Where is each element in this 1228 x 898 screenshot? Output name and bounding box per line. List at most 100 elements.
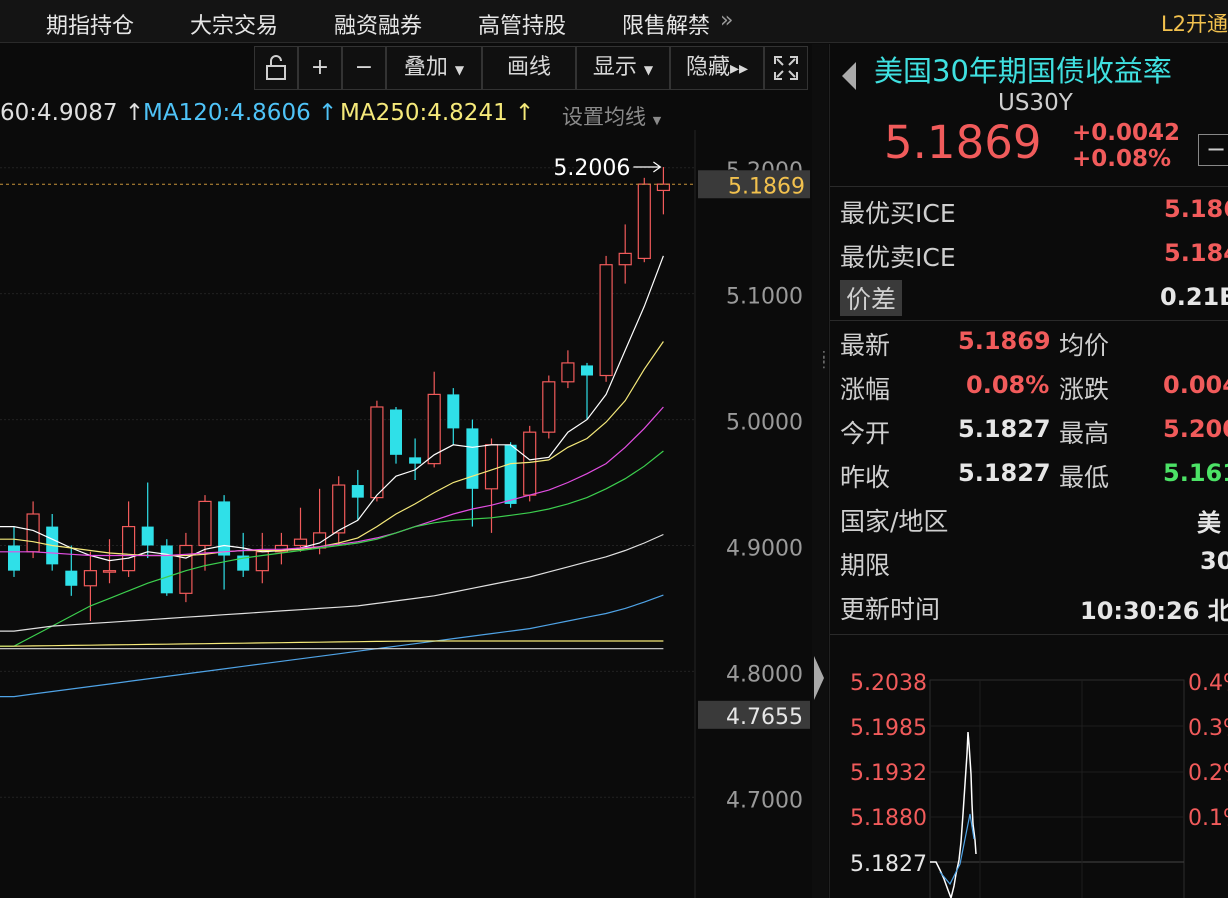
- candle-body[interactable]: [656, 183, 671, 192]
- candle-body[interactable]: [370, 406, 384, 499]
- chg-pct-value: 0.08%: [966, 371, 1050, 399]
- open-label: 今开: [840, 419, 891, 448]
- ma-line-ma20: [0, 406, 664, 557]
- best-ask-value: 5.184: [1164, 239, 1228, 267]
- candle-body[interactable]: [8, 545, 20, 571]
- chg-pct-label: 涨幅: [840, 375, 891, 404]
- collapse-button[interactable]: −: [1198, 134, 1228, 166]
- candle-body[interactable]: [390, 409, 402, 455]
- candle-body[interactable]: [293, 538, 308, 547]
- candle-body[interactable]: [618, 252, 632, 266]
- candle-body[interactable]: [332, 484, 346, 534]
- best-bid-value: 5.186: [1164, 195, 1228, 223]
- mini-pct-label: 0.4%: [1188, 671, 1228, 696]
- ma60-value: 60:4.9087 ↑: [0, 100, 144, 126]
- candle-body[interactable]: [447, 394, 460, 429]
- high-label: 最高: [1059, 419, 1110, 448]
- nav-futures-position[interactable]: 期指持仓: [46, 8, 134, 40]
- mini-y-label: 5.1880: [850, 806, 927, 831]
- nav-exec-holdings[interactable]: 高管持股: [478, 8, 566, 40]
- ma-line-ma120: [0, 594, 664, 698]
- prev-arrow-icon[interactable]: [842, 62, 856, 90]
- mini-y-label: 5.1985: [850, 716, 927, 741]
- display-dropdown[interactable]: 显示 ▼: [576, 46, 670, 90]
- country-label: 国家/地区: [840, 507, 949, 536]
- price-change: +0.0042: [1072, 120, 1181, 146]
- instrument-code: US30Y: [998, 90, 1073, 116]
- zoom-out-button[interactable]: −: [342, 46, 386, 90]
- candlestick-chart[interactable]: 5.20005.10005.00004.90004.80004.70005.18…: [0, 130, 812, 898]
- candle-body[interactable]: [83, 570, 98, 587]
- min-price-tag-text: 4.7655: [726, 705, 803, 730]
- last-price: 5.1869: [884, 116, 1042, 169]
- nav-margin-trading[interactable]: 融资融券: [334, 8, 422, 40]
- mini-pct-label: 0.1%: [1188, 806, 1228, 831]
- high-annotation-label: 5.2006: [553, 156, 630, 181]
- candle-body[interactable]: [504, 444, 517, 504]
- mini-pct-label: 0.3%: [1188, 716, 1228, 741]
- prev-close-value: 5.1827: [958, 459, 1051, 487]
- candle-body[interactable]: [542, 381, 556, 433]
- y-tick-label: 4.9000: [726, 536, 803, 561]
- spread-label: 价差: [840, 280, 903, 316]
- candle-body[interactable]: [599, 264, 613, 377]
- y-tick-label: 4.7000: [726, 788, 803, 813]
- ma120-value: MA120:4.8606 ↑: [143, 100, 337, 126]
- candle-body[interactable]: [484, 444, 499, 490]
- l2-open-link[interactable]: L2开通: [1161, 8, 1228, 38]
- mini-y-label: 5.1827: [850, 852, 927, 877]
- draw-line-button[interactable]: 画线: [482, 46, 576, 90]
- candle-body[interactable]: [141, 526, 154, 546]
- intraday-mini-chart[interactable]: 5.2038 5.1985 5.1932 5.1880 5.1827 0.4% …: [830, 664, 1228, 898]
- y-tick-label: 5.1000: [726, 285, 803, 310]
- expand-arrow-icon[interactable]: [814, 656, 824, 700]
- candle-body[interactable]: [581, 365, 593, 376]
- overlay-dropdown[interactable]: 叠加 ▼: [386, 46, 482, 90]
- arrow-up-icon: ↑: [515, 100, 535, 126]
- ma60-text: 60:4.9087: [0, 100, 118, 126]
- double-chevron-right-icon: ▸▸: [729, 58, 749, 79]
- candle-body[interactable]: [121, 525, 136, 572]
- nav-block-trade[interactable]: 大宗交易: [190, 8, 278, 40]
- ma-line-ma60: [0, 533, 664, 632]
- mini-price-line: [930, 731, 977, 898]
- low-value: 5.161: [1163, 459, 1228, 487]
- candle-body[interactable]: [523, 431, 537, 496]
- candle-body[interactable]: [160, 545, 173, 594]
- zoom-in-button[interactable]: +: [298, 46, 342, 90]
- latest-value: 5.1869: [958, 327, 1051, 355]
- caret-down-icon: ▼: [643, 63, 654, 77]
- divider: [830, 320, 1228, 321]
- nav-more-icon[interactable]: »: [720, 8, 733, 33]
- spread-value: 0.21B: [1160, 283, 1228, 311]
- mini-y-label: 5.1932: [850, 761, 927, 786]
- candle-body[interactable]: [561, 362, 575, 383]
- candle-body[interactable]: [466, 428, 479, 489]
- best-bid-label: 最优买ICE: [840, 199, 956, 228]
- hide-button[interactable]: 隐藏▸▸: [670, 46, 764, 90]
- unlock-icon[interactable]: [254, 46, 298, 90]
- ma120-text: MA120:4.8606: [143, 100, 311, 126]
- candle-body[interactable]: [198, 500, 212, 547]
- panel-divider[interactable]: ⋮ ⋮: [812, 44, 831, 898]
- candle-body[interactable]: [102, 570, 117, 573]
- arrow-up-icon: ↑: [318, 100, 338, 126]
- candle-body[interactable]: [637, 183, 651, 260]
- ma-line-ma5: [0, 255, 664, 562]
- candle-body[interactable]: [218, 501, 231, 556]
- nav-lockup-expiry[interactable]: 限售解禁: [622, 8, 710, 40]
- chg-label: 涨跌: [1059, 375, 1110, 404]
- set-ma-dropdown[interactable]: 设置均线 ▼: [562, 101, 661, 131]
- ma-line-ma30: [0, 450, 664, 647]
- open-value: 5.1827: [958, 415, 1051, 443]
- candle-body[interactable]: [409, 457, 422, 464]
- fullscreen-icon[interactable]: [764, 46, 808, 90]
- mini-avg-line: [939, 813, 975, 886]
- ma-line-ma250: [0, 640, 664, 647]
- ma250-text: MA250:4.8241: [340, 100, 508, 126]
- candle-body[interactable]: [65, 570, 78, 586]
- update-time-label: 更新时间: [840, 595, 941, 624]
- candle-body[interactable]: [351, 485, 364, 498]
- ma250-value: MA250:4.8241 ↑: [340, 100, 534, 126]
- divider: [830, 634, 1228, 635]
